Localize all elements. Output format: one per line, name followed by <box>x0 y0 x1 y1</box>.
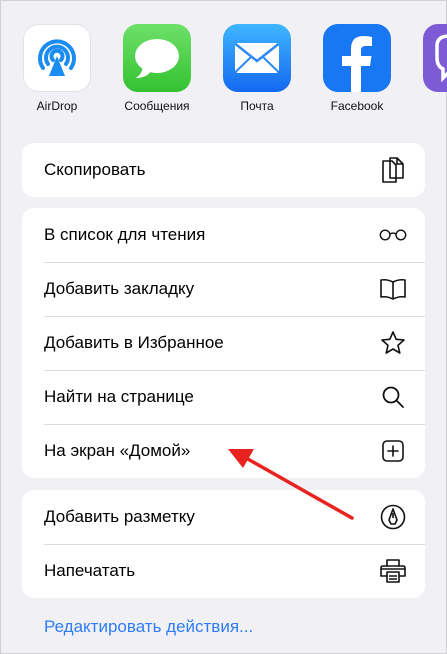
print-label: Напечатать <box>44 561 136 580</box>
airdrop-icon <box>23 24 91 92</box>
search-icon <box>379 383 407 411</box>
share-app-airdrop[interactable]: AirDrop <box>13 24 101 113</box>
actions-group-page: В список для чтения Добавить закладку До… <box>22 208 425 478</box>
share-app-label: Почта <box>240 99 274 113</box>
bookmark-label: Добавить закладку <box>44 279 195 298</box>
share-app-messages[interactable]: Сообщения <box>113 24 201 113</box>
favorites-label: Добавить в Избранное <box>44 333 224 352</box>
markup-icon <box>379 503 407 531</box>
markup-row[interactable]: Добавить разметку <box>22 490 425 544</box>
share-app-viber[interactable]: V <box>413 24 447 113</box>
share-app-label: Facebook <box>330 99 384 113</box>
bookmark-row[interactable]: Добавить закладку <box>22 262 425 316</box>
find-label: Найти на странице <box>44 387 194 406</box>
share-app-label: Сообщения <box>124 99 190 113</box>
mail-icon <box>223 24 291 92</box>
home-screen-row[interactable]: На экран «Домой» <box>22 424 425 478</box>
copy-icon <box>379 156 407 184</box>
actions-group-copy: Скопировать <box>22 143 425 197</box>
add-square-icon <box>379 437 407 465</box>
star-icon <box>379 329 407 357</box>
markup-label: Добавить разметку <box>44 507 195 526</box>
print-row[interactable]: Напечатать <box>22 544 425 598</box>
actions-group-tools: Добавить разметку Напечатать <box>22 490 425 598</box>
reading-list-row[interactable]: В список для чтения <box>22 208 425 262</box>
share-app-mail[interactable]: Почта <box>213 24 301 113</box>
share-app-label: AirDrop <box>36 99 78 113</box>
share-apps-row: AirDrop Сообщения Почта Facebook <box>0 0 447 130</box>
copy-label: Скопировать <box>44 160 146 179</box>
find-row[interactable]: Найти на странице <box>22 370 425 424</box>
home-screen-label: На экран «Домой» <box>44 441 191 460</box>
share-app-facebook[interactable]: Facebook <box>313 24 401 113</box>
glasses-icon <box>379 221 407 249</box>
facebook-icon <box>323 24 391 92</box>
viber-icon <box>423 24 447 92</box>
share-app-label: V <box>413 99 447 113</box>
edit-actions-link[interactable]: Редактировать действия... <box>44 617 253 637</box>
copy-row[interactable]: Скопировать <box>22 143 425 197</box>
reading-list-label: В список для чтения <box>44 225 206 244</box>
messages-icon <box>123 24 191 92</box>
printer-icon <box>379 557 407 585</box>
favorites-row[interactable]: Добавить в Избранное <box>22 316 425 370</box>
book-icon <box>379 275 407 303</box>
